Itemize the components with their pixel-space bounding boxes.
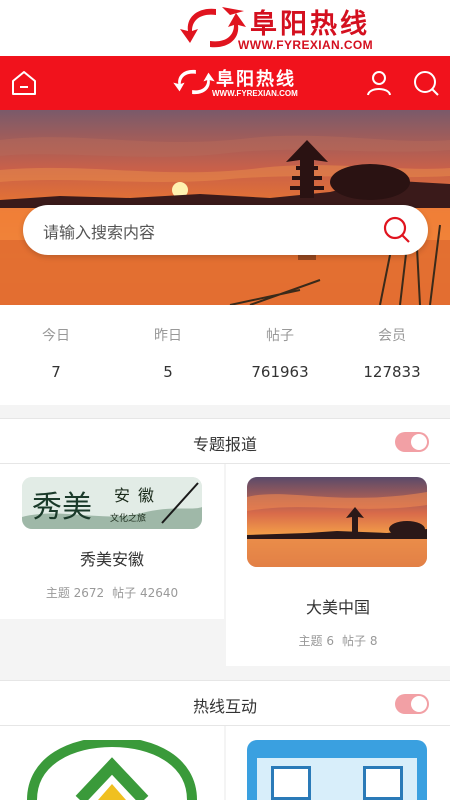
forum-card-china[interactable]: 大美中国 主题 6 帖子 8 — [226, 464, 450, 666]
forum-card[interactable] — [0, 726, 224, 800]
card-meta: 主题 2672 帖子 42640 — [0, 584, 224, 601]
section-header-specials: 专题报道 — [0, 418, 450, 464]
card-image-text: 文化之旅 — [110, 512, 146, 524]
stat-yesterday: 昨日 5 — [112, 325, 224, 381]
china-sunset-image — [247, 477, 427, 567]
stat-value: 5 — [163, 363, 173, 381]
nav-logo[interactable]: 阜阳热线 WWW.FYREXIAN.COM — [172, 62, 307, 104]
nav-logo-name: 阜阳热线 — [216, 69, 296, 90]
stat-value: 127833 — [363, 363, 421, 381]
card-topics: 主题 6 — [298, 634, 334, 648]
section-title: 专题报道 — [192, 435, 257, 454]
search-icon[interactable] — [412, 69, 440, 97]
brand-header: 阜阳热线 WWW.FYREXIAN.COM — [0, 0, 450, 56]
search-input[interactable]: 请输入搜索内容 — [23, 205, 428, 255]
card-meta: 主题 6 帖子 8 — [226, 632, 450, 649]
nav-logo-domain: WWW.FYREXIAN.COM — [212, 89, 298, 98]
stat-label: 帖子 — [266, 328, 294, 344]
section-toggle[interactable] — [395, 694, 429, 714]
site-stats: 今日 7 昨日 5 帖子 761963 会员 127833 — [0, 305, 450, 405]
section-toggle[interactable] — [395, 432, 429, 452]
forum-logo-image — [27, 740, 197, 800]
forum-image — [247, 740, 427, 800]
user-icon[interactable] — [365, 69, 393, 97]
brand-logo-icon — [173, 69, 215, 95]
stat-label: 今日 — [42, 328, 70, 344]
card-posts: 帖子 42640 — [112, 586, 179, 600]
forum-card[interactable] — [226, 726, 450, 800]
card-image-text: 安徽 — [114, 486, 162, 505]
search-icon[interactable] — [382, 215, 412, 245]
stat-today: 今日 7 — [0, 325, 112, 381]
card-image — [247, 477, 427, 567]
toggle-knob — [411, 434, 427, 450]
stat-posts: 帖子 761963 — [224, 325, 336, 381]
home-icon[interactable] — [10, 69, 38, 97]
search-placeholder: 请输入搜索内容 — [43, 223, 156, 242]
stat-value: 761963 — [251, 363, 309, 381]
stat-value: 7 — [51, 363, 61, 381]
stat-members: 会员 127833 — [336, 325, 448, 381]
stat-label: 昨日 — [154, 328, 182, 344]
card-topics: 主题 2672 — [45, 586, 105, 600]
card-name: 秀美安徽 — [79, 550, 144, 569]
section-title: 热线互动 — [192, 697, 257, 716]
stat-label: 会员 — [378, 328, 406, 344]
forum-card-anhui[interactable]: 秀美 安徽 文化之旅 秀美安徽 主题 2672 帖子 42640 — [0, 464, 224, 619]
nav-bar: 阜阳热线 WWW.FYREXIAN.COM — [0, 56, 450, 110]
card-image-text: 秀美 — [32, 490, 92, 525]
section-header-interaction: 热线互动 — [0, 680, 450, 726]
card-posts: 帖子 8 — [342, 634, 378, 648]
card-image: 秀美 安徽 文化之旅 — [22, 477, 202, 529]
card-name: 大美中国 — [305, 598, 370, 617]
anhui-calligraphy-image: 秀美 安徽 文化之旅 — [22, 477, 202, 529]
brand-domain: WWW.FYREXIAN.COM — [238, 38, 374, 52]
brand-name: 阜阳热线 — [250, 9, 370, 40]
toggle-knob — [411, 696, 427, 712]
